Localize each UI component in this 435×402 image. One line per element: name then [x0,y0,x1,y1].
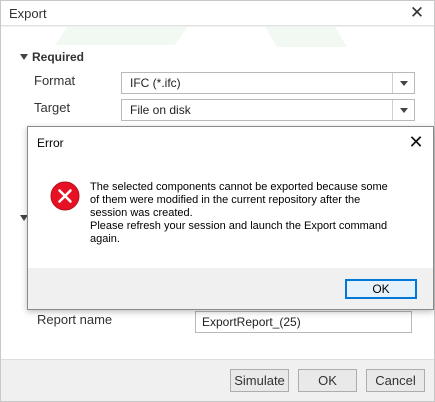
format-select[interactable]: IFC (*.ifc) [121,72,415,94]
chevron-down-icon [400,108,408,113]
error-dialog: Error ✕ The selected components cannot b… [27,126,434,310]
expand-triangle-icon [20,54,28,60]
error-x-circle-icon [50,181,80,214]
error-message-line: Please refresh your session and launch t… [90,220,388,232]
target-select-value: File on disk [130,103,191,117]
error-dialog-title: Error [37,136,64,150]
format-label: Format [34,73,76,88]
export-dialog-title: Export [9,6,47,21]
report-name-input[interactable]: ExportReport_(25) [195,311,412,333]
required-section-header[interactable]: Required [20,50,84,64]
target-select[interactable]: File on disk [121,99,415,121]
simulate-button[interactable]: Simulate [230,369,289,392]
cancel-button[interactable]: Cancel [366,369,425,392]
chevron-down-icon [400,81,408,86]
error-message-line: session was created. [90,207,193,219]
error-message-line: The selected components cannot be export… [90,181,388,193]
export-close-icon[interactable]: ✕ [408,3,426,23]
required-section-label: Required [32,50,85,64]
error-message-line: again. [90,233,120,245]
error-message-line: of them were modified in the current rep… [90,194,361,206]
error-message: The selected components cannot be export… [90,181,420,246]
background-watermark [54,27,188,45]
error-ok-button[interactable]: OK [345,279,417,299]
format-select-value: IFC (*.ifc) [130,76,181,90]
target-dropdown-button[interactable] [392,100,414,120]
target-label: Target [34,100,71,115]
error-close-icon[interactable]: ✕ [407,131,425,153]
format-dropdown-button[interactable] [392,73,414,93]
report-name-label: Report name [37,312,113,327]
export-ok-button[interactable]: OK [298,369,357,392]
background-watermark [265,27,347,47]
export-title-bar: Export ✕ [1,1,434,26]
